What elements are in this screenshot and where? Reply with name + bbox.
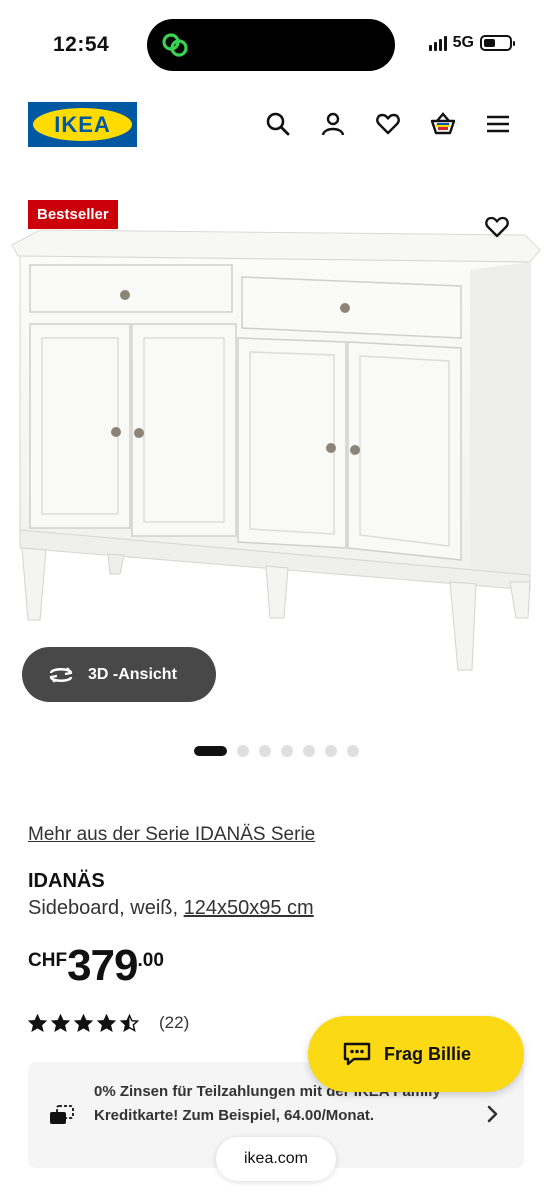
product-price: CHF 379 .00 (28, 942, 164, 990)
carousel-dot[interactable] (303, 745, 315, 757)
search-icon[interactable] (264, 110, 292, 138)
chat-icon (343, 1042, 371, 1066)
battery-icon (480, 35, 515, 51)
chat-label: Frag Billie (384, 1043, 472, 1064)
rating-stars (28, 1013, 139, 1033)
dynamic-island (147, 19, 395, 71)
series-link[interactable]: Mehr aus der Serie IDANÄS Serie (28, 824, 315, 846)
carousel-dot[interactable] (281, 745, 293, 757)
star-icon (97, 1013, 116, 1032)
ikea-logo[interactable]: IKEA (28, 102, 137, 147)
browser-url-bar[interactable]: ikea.com (216, 1137, 336, 1181)
payment-icon (48, 1104, 76, 1131)
view-3d-label: 3D -Ansicht (88, 665, 177, 683)
heart-icon (485, 216, 509, 238)
rotate-icon (49, 666, 73, 683)
add-to-favourites-button[interactable] (474, 204, 520, 250)
product-name: IDANÄS (28, 870, 105, 892)
chevron-right-icon (486, 1104, 500, 1129)
link-icon (162, 33, 188, 57)
product-dimensions-link[interactable]: 124x50x95 cm (184, 897, 314, 919)
carousel-dot[interactable] (259, 745, 271, 757)
product-description: Sideboard, weiß, 124x50x95 cm (28, 897, 314, 920)
heart-icon[interactable] (374, 110, 402, 138)
price-currency: CHF (28, 950, 68, 971)
network-label: 5G (452, 34, 474, 51)
status-indicators: 5G (428, 34, 515, 52)
carousel-dot[interactable] (194, 746, 227, 756)
bestseller-badge: Bestseller (28, 200, 118, 229)
chat-assistant-button[interactable]: Frag Billie (308, 1016, 524, 1092)
signal-icon (428, 35, 447, 51)
rating-count: (22) (159, 1013, 190, 1032)
product-rating[interactable]: (22) (28, 1013, 189, 1033)
star-icon (120, 1013, 139, 1032)
star-icon (28, 1013, 47, 1032)
price-decimal: .00 (137, 950, 164, 971)
menu-icon[interactable] (484, 110, 512, 138)
header-actions (264, 110, 512, 138)
image-carousel-dots (194, 745, 359, 757)
product-type: Sideboard, weiß, (28, 897, 179, 919)
site-header: IKEA (0, 96, 552, 156)
status-bar: 12:54 5G (0, 0, 552, 90)
carousel-dot[interactable] (325, 745, 337, 757)
price-integer: 379 (67, 941, 138, 990)
view-3d-button[interactable]: 3D -Ansicht (22, 647, 216, 702)
star-icon (51, 1013, 70, 1032)
status-time: 12:54 (53, 33, 110, 56)
carousel-dot[interactable] (237, 745, 249, 757)
logo-text: IKEA (54, 111, 111, 137)
carousel-dot[interactable] (347, 745, 359, 757)
basket-icon[interactable] (429, 110, 457, 138)
account-icon[interactable] (319, 110, 347, 138)
star-icon (74, 1013, 93, 1032)
